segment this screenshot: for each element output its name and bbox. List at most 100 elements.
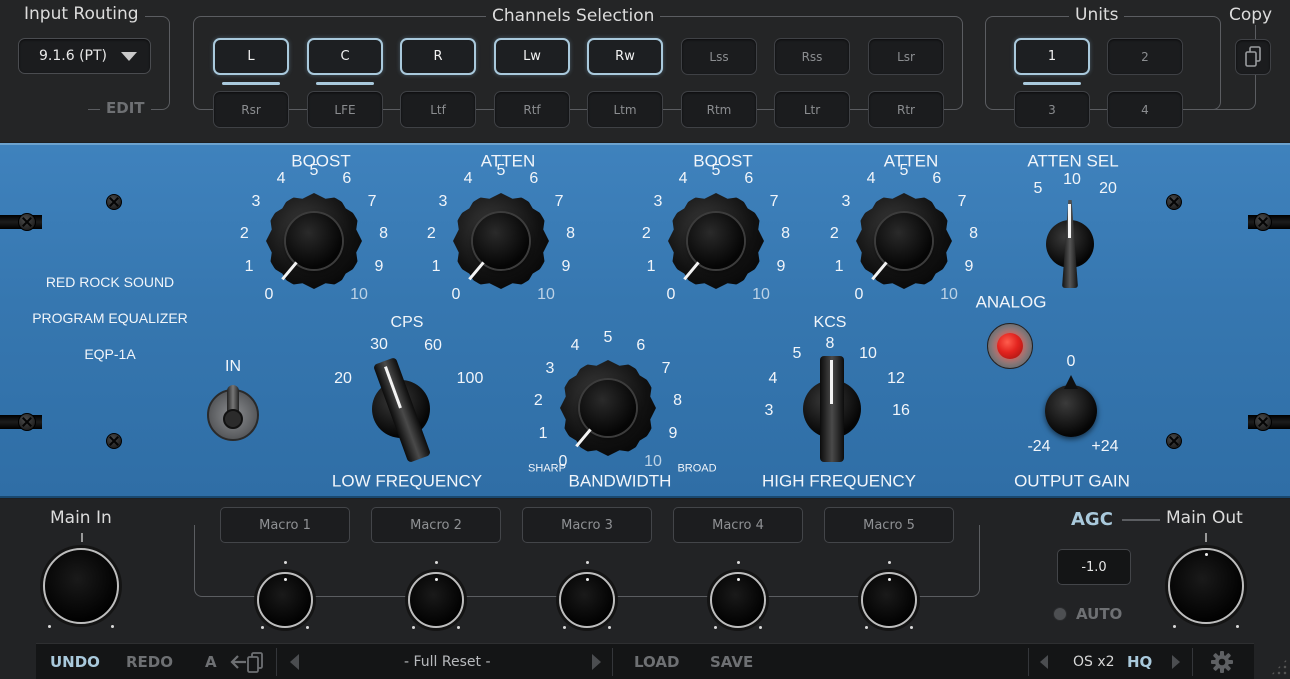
kcs-option-10: 10 — [859, 345, 877, 362]
save-button[interactable]: SAVE — [710, 644, 753, 679]
low-atten-mark: 3 — [438, 192, 448, 210]
low-boost-mark: 5 — [309, 162, 319, 179]
channel-button-rsr[interactable]: Rsr — [213, 91, 289, 128]
high-atten-mark: 4 — [866, 170, 876, 188]
high-frequency-label: HIGH FREQUENCY — [762, 471, 916, 491]
macro-2-button[interactable]: Macro 2 — [371, 507, 501, 543]
channel-button-ltr[interactable]: Ltr — [774, 91, 850, 128]
atten-sel-title: ATTEN SEL — [1027, 151, 1119, 171]
high-atten-knob[interactable] — [856, 193, 952, 289]
channel-button-rss[interactable]: Rss — [774, 38, 850, 75]
high-atten-mark: 6 — [932, 170, 942, 188]
bandwidth-mark: 8 — [673, 391, 683, 409]
os-next-arrow[interactable] — [1172, 644, 1180, 679]
agc-value-field[interactable]: -1.0 — [1057, 549, 1131, 585]
ab-copy-icon[interactable] — [230, 644, 266, 679]
high-boost-mark: 1 — [646, 258, 656, 276]
low-boost-mark: 0 — [264, 285, 274, 303]
cps-option-20: 20 — [334, 370, 352, 387]
channel-button-ltf[interactable]: Ltf — [400, 91, 476, 128]
channel-button-rtm[interactable]: Rtm — [681, 91, 757, 128]
high-boost-mark: 9 — [776, 258, 786, 276]
in-toggle-switch[interactable] — [207, 385, 259, 441]
unit-button-3[interactable]: 3 — [1014, 91, 1090, 128]
main-in-label: Main In — [44, 508, 118, 528]
channel-button-r[interactable]: R — [400, 38, 476, 75]
macro-range-dot — [563, 626, 566, 629]
atten-sel-switch[interactable] — [1046, 200, 1094, 288]
edit-routing-button[interactable]: EDIT — [100, 99, 151, 117]
high-boost-knob[interactable] — [668, 193, 764, 289]
main-in-knob[interactable] — [43, 548, 119, 624]
macro-range-dot — [457, 626, 460, 629]
channel-button-rw[interactable]: Rw — [587, 38, 663, 75]
bandwidth-knob[interactable] — [560, 360, 656, 456]
high-boost-mark: 2 — [641, 224, 651, 242]
macro-4-button[interactable]: Macro 4 — [673, 507, 803, 543]
hq-toggle[interactable]: HQ — [1127, 644, 1152, 679]
cps-option-30: 30 — [370, 336, 388, 353]
input-routing-select[interactable]: 9.1.6 (PT) — [18, 38, 151, 74]
copy-button[interactable] — [1235, 39, 1271, 75]
unit-button-4[interactable]: 4 — [1107, 91, 1183, 128]
channel-button-lw[interactable]: Lw — [494, 38, 570, 75]
units-title: Units — [1069, 5, 1125, 25]
unit-button-1[interactable]: 1 — [1014, 38, 1090, 75]
output-gain-knob[interactable] — [1045, 375, 1097, 437]
unit-button-2[interactable]: 2 — [1107, 38, 1183, 75]
channel-button-rtf[interactable]: Rtf — [494, 91, 570, 128]
oversampling-value[interactable]: OS x2 — [1073, 644, 1115, 679]
channel-button-lfe[interactable]: LFE — [307, 91, 383, 128]
low-atten-mark: 7 — [554, 192, 564, 210]
macro-range-dot — [261, 626, 264, 629]
macro-1-button[interactable]: Macro 1 — [220, 507, 350, 543]
low-boost-mark: 4 — [276, 170, 286, 188]
high-atten-mark: 7 — [957, 192, 967, 210]
kcs-selector[interactable] — [803, 356, 861, 462]
cps-selector[interactable] — [372, 357, 432, 463]
macro-range-dot — [714, 626, 717, 629]
gear-icon[interactable] — [1210, 644, 1234, 679]
ab-compare-button[interactable]: A — [205, 644, 217, 679]
screw-icon — [1254, 213, 1272, 231]
agc-auto-toggle[interactable]: AUTO — [1053, 604, 1122, 624]
analog-toggle[interactable] — [987, 323, 1033, 369]
low-boost-mark: 8 — [379, 224, 389, 242]
macro-range-dot — [608, 626, 611, 629]
channel-button-lss[interactable]: Lss — [681, 38, 757, 75]
low-atten-knob[interactable] — [453, 193, 549, 289]
channels-title: Channels Selection — [486, 6, 661, 26]
main-out-label: Main Out — [1160, 508, 1249, 528]
bottom-toolbar: UNDO REDO A - Full Reset - LOAD SAVE OS … — [36, 643, 1254, 679]
low-frequency-label: LOW FREQUENCY — [331, 471, 483, 491]
macro-range-dot — [888, 561, 891, 564]
bandwidth-mark: 10 — [644, 452, 662, 470]
bandwidth-mark: 7 — [661, 359, 671, 377]
channel-button-c[interactable]: C — [307, 38, 383, 75]
redo-button[interactable]: REDO — [126, 644, 173, 679]
preset-next-arrow[interactable] — [592, 644, 601, 679]
high-atten-mark: 9 — [964, 258, 974, 276]
channel-button-ltm[interactable]: Ltm — [587, 91, 663, 128]
channel-button-rtr[interactable]: Rtr — [868, 91, 944, 128]
channel-button-l[interactable]: L — [213, 38, 289, 75]
low-atten-mark: 9 — [561, 258, 571, 276]
kcs-option-8: 8 — [825, 335, 835, 352]
screw-icon — [1166, 194, 1182, 210]
preset-name[interactable]: - Full Reset - — [404, 644, 491, 679]
macro-3-button[interactable]: Macro 3 — [522, 507, 652, 543]
os-prev-arrow[interactable] — [1040, 644, 1048, 679]
macro-5-button[interactable]: Macro 5 — [824, 507, 954, 543]
screw-icon — [106, 433, 122, 449]
preset-prev-arrow[interactable] — [290, 644, 299, 679]
high-boost-mark: 0 — [666, 285, 676, 303]
low-boost-knob[interactable] — [266, 193, 362, 289]
bandwidth-mark: 3 — [545, 359, 555, 377]
load-button[interactable]: LOAD — [634, 644, 679, 679]
undo-button[interactable]: UNDO — [50, 644, 100, 679]
low-atten-mark: 6 — [529, 170, 539, 188]
channel-button-lsr[interactable]: Lsr — [868, 38, 944, 75]
macro-3-pointer — [586, 578, 589, 581]
main-out-knob[interactable] — [1168, 548, 1244, 624]
kcs-option-12: 12 — [887, 370, 905, 387]
